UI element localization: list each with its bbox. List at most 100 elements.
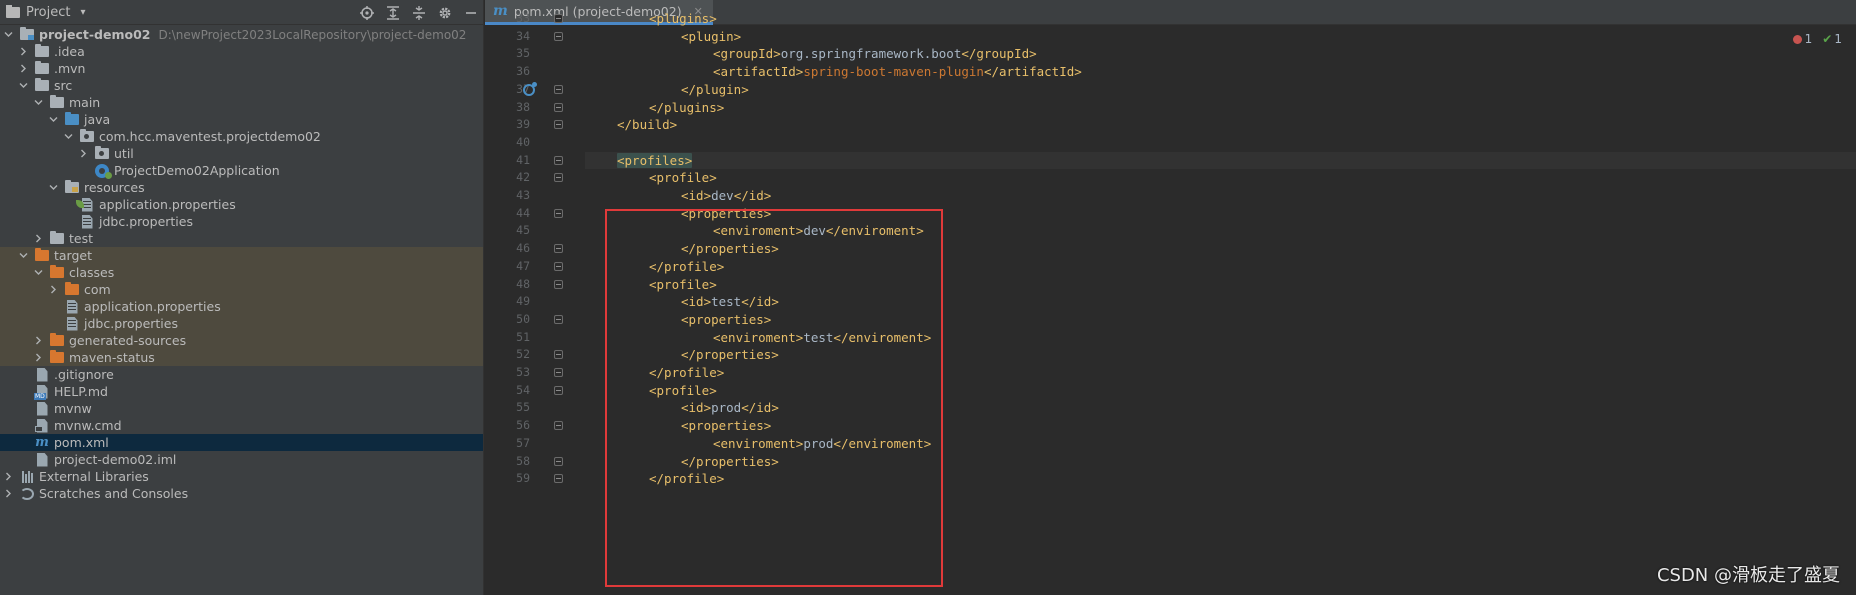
spring-bean-gutter-icon[interactable] xyxy=(523,82,537,96)
tree-item-label: ProjectDemo02Application xyxy=(114,163,280,178)
chevron-right-icon[interactable] xyxy=(17,43,29,60)
tree-item-label: resources xyxy=(84,180,145,195)
xml-open-tag: <profile> xyxy=(649,170,717,186)
tree-item[interactable]: maven-status xyxy=(0,349,483,366)
fold-marker-icon[interactable] xyxy=(554,456,563,466)
folder-icon xyxy=(49,231,65,247)
tree-item[interactable]: com xyxy=(0,281,483,298)
tree-item[interactable]: com.hcc.maventest.projectdemo02 xyxy=(0,128,483,145)
fold-marker-icon[interactable] xyxy=(554,421,563,431)
fold-marker-icon[interactable] xyxy=(554,350,563,360)
expand-all-icon[interactable] xyxy=(384,4,402,22)
fold-marker-icon[interactable] xyxy=(554,474,563,484)
tree-item[interactable]: java xyxy=(0,111,483,128)
fold-marker-icon[interactable] xyxy=(554,14,563,23)
minimize-icon[interactable] xyxy=(462,4,480,22)
project-tree: project-demo02 D:\newProject2023LocalRepo… xyxy=(0,26,483,502)
tree-item[interactable]: project-demo02.iml xyxy=(0,451,483,468)
tree-item[interactable]: ProjectDemo02Application xyxy=(0,162,483,179)
fold-marker-icon[interactable] xyxy=(554,208,563,218)
line-number: 59 xyxy=(516,471,530,486)
chevron-right-icon[interactable] xyxy=(77,145,89,162)
fold-marker-icon[interactable] xyxy=(554,120,563,130)
chevron-right-icon[interactable] xyxy=(47,281,59,298)
collapse-all-icon[interactable] xyxy=(410,4,428,22)
fold-marker-icon[interactable] xyxy=(554,244,563,254)
fold-marker-icon[interactable] xyxy=(554,279,563,289)
tree-item[interactable]: jdbc.properties xyxy=(0,213,483,230)
line-number: 47 xyxy=(516,258,530,273)
chevron-down-icon[interactable] xyxy=(47,111,59,128)
tree-item[interactable]: .gitignore xyxy=(0,366,483,383)
chevron-down-icon[interactable] xyxy=(17,77,29,94)
project-view-selector[interactable]: Project ▾ xyxy=(6,4,86,20)
fold-marker-icon[interactable] xyxy=(554,31,563,41)
tree-item[interactable]: util xyxy=(0,145,483,162)
resources-folder-icon xyxy=(64,180,80,196)
tree-item-path: D:\newProject2023LocalRepository\project… xyxy=(158,27,467,42)
chevron-right-icon[interactable] xyxy=(2,468,14,485)
fold-marker-icon[interactable] xyxy=(554,385,563,395)
tree-item[interactable]: Scratches and Consoles xyxy=(0,485,483,502)
gear-icon[interactable] xyxy=(436,4,454,22)
properties-file-icon xyxy=(79,214,95,230)
line-number: 43 xyxy=(516,188,530,202)
fold-marker-icon[interactable] xyxy=(554,155,563,165)
chevron-right-icon[interactable] xyxy=(32,349,44,366)
chevron-down-icon[interactable] xyxy=(17,247,29,264)
line-number: 54 xyxy=(516,382,530,397)
chevron-down-icon: ▾ xyxy=(80,6,86,18)
tree-item[interactable]: MD HELP.md xyxy=(0,383,483,400)
spring-properties-icon xyxy=(76,197,95,213)
line-number: 35 xyxy=(516,46,530,61)
fold-marker-icon[interactable] xyxy=(554,368,563,377)
excluded-folder-icon xyxy=(64,282,80,298)
chevron-right-icon[interactable] xyxy=(32,230,44,247)
tree-item[interactable]: .mvn xyxy=(0,60,483,77)
tree-item[interactable]: src xyxy=(0,77,483,94)
chevron-right-icon[interactable] xyxy=(2,485,14,502)
chevron-down-icon[interactable] xyxy=(47,179,59,196)
tree-item[interactable]: mvnw xyxy=(0,400,483,417)
tree-item[interactable]: classes xyxy=(0,264,483,281)
tree-item[interactable]: main xyxy=(0,94,483,111)
fold-marker-icon[interactable] xyxy=(554,173,563,183)
chevron-right-icon[interactable] xyxy=(17,60,29,77)
tree-item[interactable]: jdbc.properties xyxy=(0,315,483,332)
tree-item-label: test xyxy=(69,231,94,246)
fold-marker-icon[interactable] xyxy=(554,261,563,271)
fold-marker-icon[interactable] xyxy=(554,314,563,324)
line-number: 52 xyxy=(516,347,530,362)
tree-item[interactable]: project-demo02 D:\newProject2023LocalRepo… xyxy=(0,26,483,43)
tree-item[interactable]: mvnw.cmd xyxy=(0,417,483,434)
tree-item[interactable]: application.properties xyxy=(0,298,483,315)
locate-icon[interactable] xyxy=(358,4,376,22)
tree-item[interactable]: generated-sources xyxy=(0,332,483,349)
xml-open-tag: <plugins> xyxy=(649,11,717,26)
inspection-widget[interactable]: 1 ✔ 1 xyxy=(1792,32,1842,46)
chevron-down-icon[interactable] xyxy=(2,26,14,43)
xml-text-value: spring-boot-maven-plugin xyxy=(803,64,984,80)
chevron-down-icon[interactable] xyxy=(32,94,44,111)
fold-marker-icon[interactable] xyxy=(554,102,563,112)
chevron-down-icon[interactable] xyxy=(62,128,74,145)
tree-item-label: .idea xyxy=(54,44,85,59)
tree-item[interactable]: resources xyxy=(0,179,483,196)
chevron-down-icon[interactable] xyxy=(32,264,44,281)
tree-item[interactable]: m pom.xml xyxy=(0,434,483,451)
tree-item[interactable]: application.properties xyxy=(0,196,483,213)
chevron-right-icon[interactable] xyxy=(32,332,44,349)
tree-item[interactable]: .idea xyxy=(0,43,483,60)
line-number: 55 xyxy=(516,400,530,415)
tree-item[interactable]: test xyxy=(0,230,483,247)
tree-item[interactable]: External Libraries xyxy=(0,468,483,485)
tree-item-label: Scratches and Consoles xyxy=(39,486,189,501)
xml-open-tag: </build> xyxy=(617,117,678,133)
tree-item[interactable]: target xyxy=(0,247,483,264)
package-icon xyxy=(94,146,110,162)
properties-file-icon xyxy=(64,299,80,315)
fold-marker-icon[interactable] xyxy=(554,84,563,94)
